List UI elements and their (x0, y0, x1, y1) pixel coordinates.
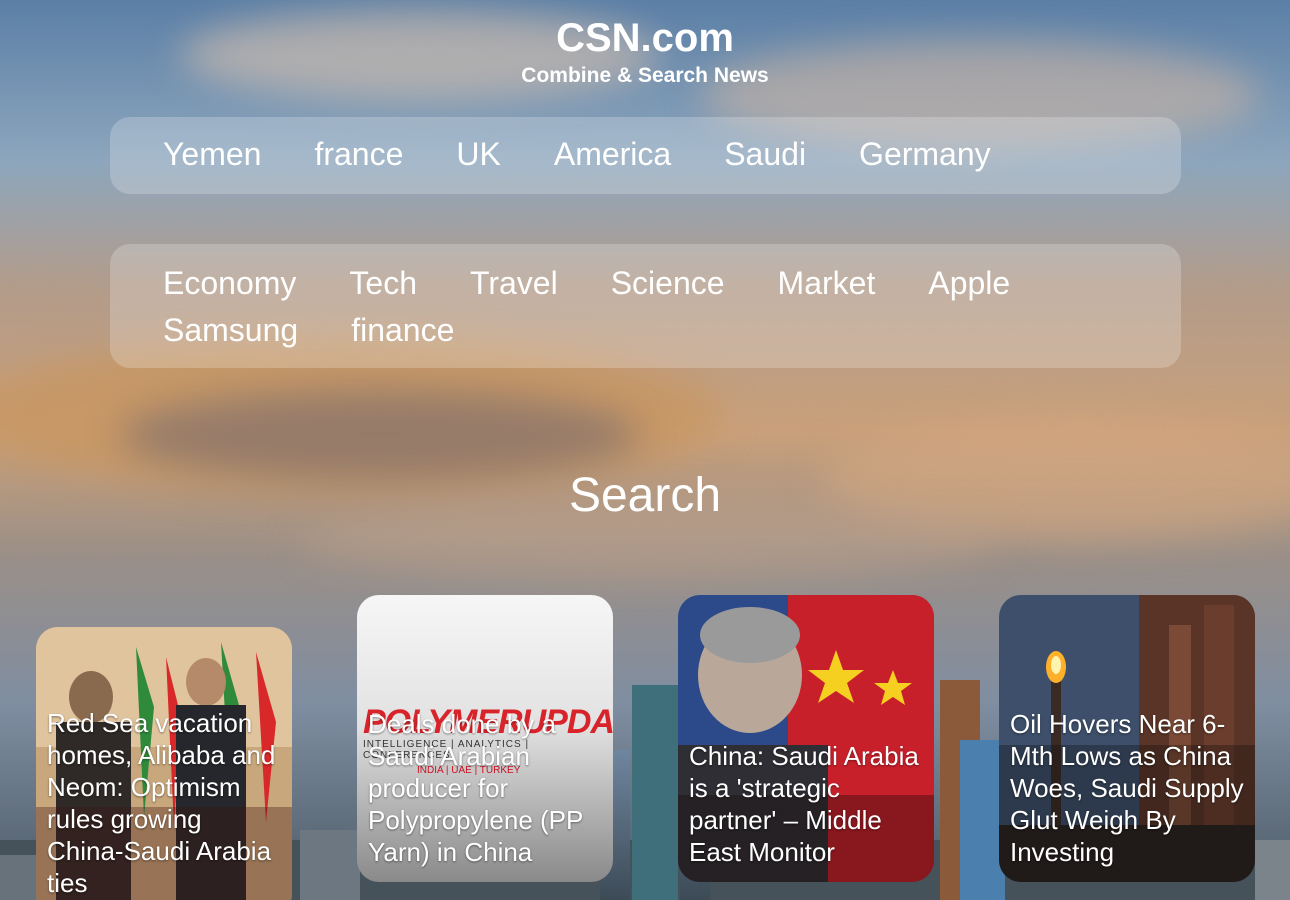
news-card-title: Oil Hovers Near 6-Mth Lows as China Woes… (1010, 709, 1244, 867)
country-nav: Yemen france UK America Saudi Germany (110, 117, 1181, 194)
news-card[interactable]: Red Sea vacation homes, Alibaba and Neom… (36, 627, 292, 900)
nav-item-science[interactable]: Science (611, 262, 725, 304)
background-cloud (120, 390, 640, 480)
news-card-title: Deals done by a Saudi Arabian producer f… (368, 709, 583, 867)
search-link[interactable]: Search (0, 468, 1290, 524)
site-header: CSN.com Combine & Search News (0, 16, 1290, 88)
nav-item-saudi[interactable]: Saudi (724, 133, 806, 175)
news-card-title: Red Sea vacation homes, Alibaba and Neom… (47, 708, 276, 898)
topic-nav: Economy Tech Travel Science Market Apple… (110, 244, 1181, 368)
site-tagline: Combine & Search News (521, 64, 769, 87)
nav-item-tech[interactable]: Tech (349, 262, 417, 304)
nav-item-finance[interactable]: finance (351, 309, 454, 351)
nav-item-france[interactable]: france (314, 133, 403, 175)
nav-item-yemen[interactable]: Yemen (163, 133, 261, 175)
nav-item-samsung[interactable]: Samsung (163, 309, 298, 351)
news-card[interactable]: POLYMERUPDATE INTELLIGENCE | ANALYTICS |… (357, 595, 613, 882)
news-card[interactable]: Oil Hovers Near 6-Mth Lows as China Woes… (999, 595, 1255, 882)
nav-item-economy[interactable]: Economy (163, 262, 296, 304)
nav-item-germany[interactable]: Germany (859, 133, 991, 175)
nav-item-apple[interactable]: Apple (928, 262, 1010, 304)
nav-item-uk[interactable]: UK (456, 133, 500, 175)
news-card-title: China: Saudi Arabia is a 'strategic part… (689, 741, 919, 867)
nav-item-market[interactable]: Market (778, 262, 876, 304)
site-title[interactable]: CSN.com (0, 16, 1290, 60)
news-card[interactable]: China: Saudi Arabia is a 'strategic part… (678, 595, 934, 882)
nav-item-america[interactable]: America (554, 133, 671, 175)
nav-item-travel[interactable]: Travel (470, 262, 558, 304)
